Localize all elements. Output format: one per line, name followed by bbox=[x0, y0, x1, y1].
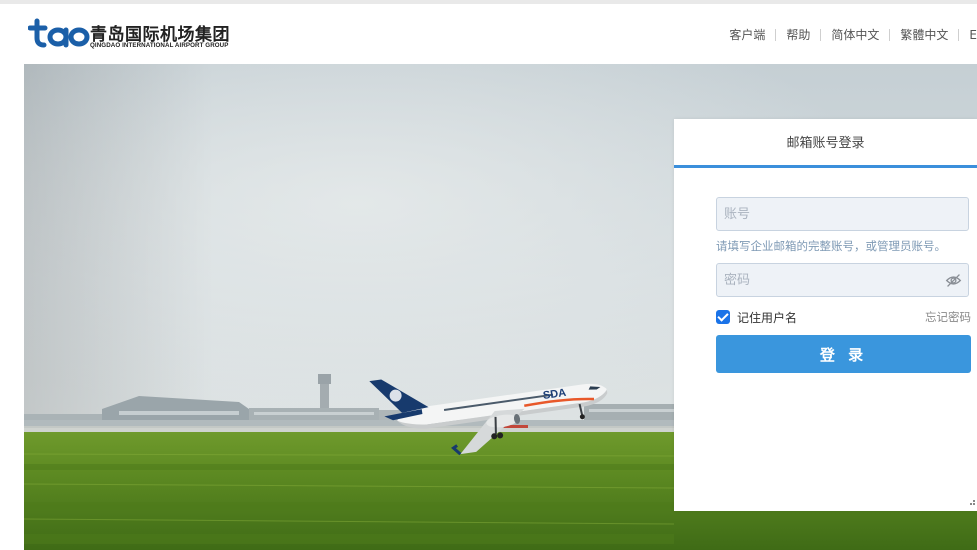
login-panel: 邮箱账号登录 请填写企业邮箱的完整账号，或管理员账号。 记住用户名 忘记密码 登… bbox=[674, 119, 977, 511]
resize-grip-icon bbox=[970, 500, 975, 505]
tab-email-login[interactable]: 邮箱账号登录 bbox=[674, 119, 977, 168]
tao-logo-icon bbox=[28, 18, 90, 48]
brand-name-en: QINGDAO INTERNATIONAL AIRPORT GROUP bbox=[90, 42, 229, 49]
check-icon[interactable] bbox=[716, 310, 730, 324]
password-field bbox=[716, 263, 969, 297]
nav-help[interactable]: 帮助 bbox=[775, 29, 820, 41]
password-input[interactable] bbox=[717, 264, 968, 296]
nav-client[interactable]: 客户端 bbox=[719, 29, 775, 41]
nav-lang-traditional[interactable]: 繁體中文 bbox=[889, 29, 958, 41]
options-row: 记住用户名 忘记密码 bbox=[716, 309, 971, 325]
remember-label: 记住用户名 bbox=[737, 310, 798, 325]
remember-checkbox[interactable]: 记住用户名 bbox=[716, 309, 797, 326]
top-nav: 客户端 帮助 简体中文 繁體中文 E bbox=[719, 26, 977, 44]
account-input[interactable] bbox=[717, 198, 968, 230]
login-form: 请填写企业邮箱的完整账号，或管理员账号。 记住用户名 忘记密码 登 录 bbox=[716, 197, 971, 373]
forgot-password-link[interactable]: 忘记密码 bbox=[925, 309, 971, 325]
account-field bbox=[716, 197, 969, 231]
nav-lang-simplified[interactable]: 简体中文 bbox=[820, 29, 889, 41]
login-button[interactable]: 登 录 bbox=[716, 335, 971, 373]
header: 青岛国际机场集团 QINGDAO INTERNATIONAL AIRPORT G… bbox=[0, 4, 977, 64]
eye-slash-icon[interactable] bbox=[945, 272, 962, 289]
nav-lang-english[interactable]: E bbox=[958, 29, 977, 41]
account-hint: 请填写企业邮箱的完整账号，或管理员账号。 bbox=[716, 239, 946, 253]
brand-logo[interactable]: 青岛国际机场集团 QINGDAO INTERNATIONAL AIRPORT G… bbox=[28, 16, 268, 56]
